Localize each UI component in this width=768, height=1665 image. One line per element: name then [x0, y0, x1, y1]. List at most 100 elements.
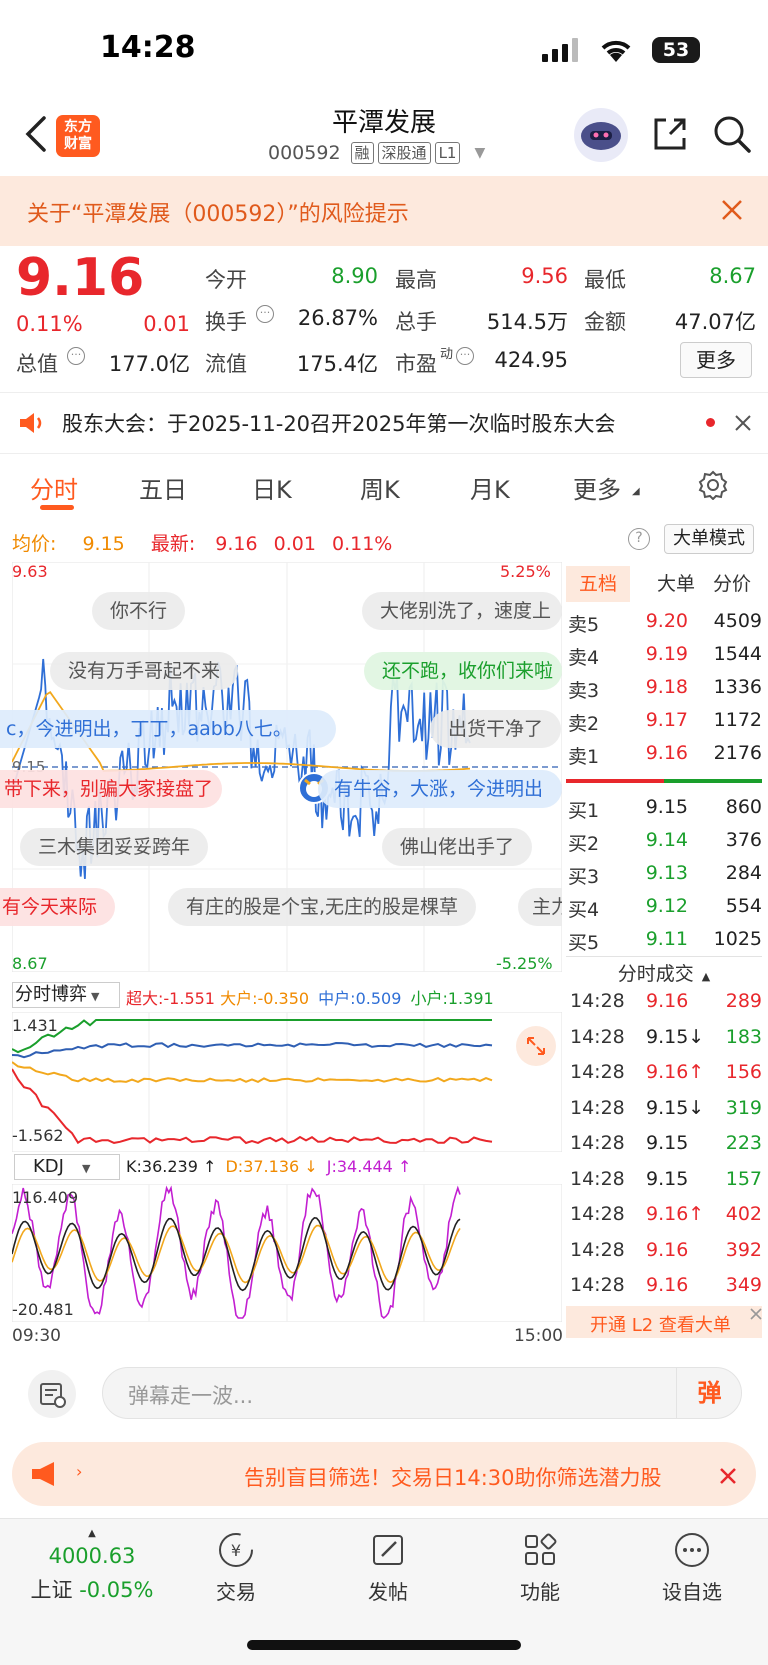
- ask-price: 9.19: [645, 643, 688, 665]
- ask-volume: 1336: [713, 676, 762, 698]
- more-button[interactable]: 更多: [680, 342, 752, 378]
- amount-label: 金额: [584, 310, 626, 334]
- trade-price: 9.16: [646, 1238, 689, 1261]
- caret-icon: ◢: [632, 486, 640, 497]
- kdj-ymax: 116.409: [12, 1188, 79, 1207]
- margin-tag: 融: [350, 142, 374, 164]
- latest-label: 最新:: [150, 533, 196, 555]
- home-indicator: [247, 1640, 521, 1650]
- kdj-ymin: -20.481: [12, 1300, 74, 1319]
- info-icon[interactable]: ···: [67, 347, 85, 365]
- high-value: 9.56: [521, 264, 568, 288]
- help-icon[interactable]: ?: [628, 528, 650, 550]
- ask-price: 9.17: [645, 709, 688, 731]
- danmu-bubble[interactable]: c，今进明出，丁丁，aabb八七。: [0, 710, 336, 748]
- danmu-bubble[interactable]: 大佬别洗了，速度上: [362, 592, 562, 630]
- robot-avatar[interactable]: [574, 108, 628, 162]
- danmaku-placeholder: 弹幕走一波...: [128, 1384, 254, 1408]
- big-order-mode-button[interactable]: 大单模式: [664, 524, 754, 554]
- nav-post[interactable]: 发帖: [338, 1530, 438, 1605]
- kdj-legend: K:36.239 ↑ D:37.136 ↓ J:34.444 ↑: [126, 1157, 412, 1176]
- grid-icon: [520, 1530, 560, 1570]
- danmu-bubble[interactable]: 你不行: [92, 592, 186, 630]
- search-icon[interactable]: [712, 114, 752, 154]
- trade-price: 9.16↑: [646, 1203, 705, 1225]
- trade-price: 9.15↓: [646, 1025, 705, 1048]
- stock-code-row[interactable]: 000592 融 深股通 L1 ▼: [268, 142, 485, 164]
- danmu-bubble[interactable]: 佛山佬出手了: [382, 828, 533, 866]
- tab-weekly-k[interactable]: 周K: [360, 470, 400, 505]
- connect-tag: 深股通: [377, 142, 431, 164]
- danmu-bubble[interactable]: 还不跑，收你们来啦: [364, 652, 562, 690]
- close-icon[interactable]: [748, 1306, 764, 1322]
- danmu-bubble[interactable]: 带下来，别骗大家接盘了: [0, 770, 222, 808]
- volume-value: 514.5万: [486, 310, 568, 334]
- kdj-chart[interactable]: [12, 1184, 562, 1322]
- orderbook-tab-big[interactable]: 大单: [644, 566, 708, 602]
- trade-volume: 349: [725, 1274, 762, 1296]
- close-icon[interactable]: [720, 198, 744, 222]
- tab-more[interactable]: 更多: [573, 470, 621, 505]
- low-value: 8.67: [709, 264, 756, 288]
- tab-intraday[interactable]: 分时: [30, 470, 78, 505]
- nav-trade[interactable]: ¥ 交易: [186, 1530, 286, 1605]
- share-icon[interactable]: [650, 114, 690, 154]
- danmu-bubble[interactable]: 有牛谷，大涨，今进明出: [318, 770, 562, 808]
- danmu-bubble[interactable]: 没有万手哥起不来: [50, 652, 239, 690]
- ask-price: 9.16: [645, 742, 688, 764]
- index-ticker[interactable]: ▲ 4000.63 上证 -0.05%: [22, 1528, 162, 1604]
- settings-icon[interactable]: [698, 470, 728, 501]
- high-label: 最高: [395, 268, 437, 292]
- tab-five-day[interactable]: 五日: [139, 470, 187, 505]
- bid-price: 9.14: [645, 829, 688, 851]
- edit-icon: [368, 1530, 408, 1570]
- bid-label: 买4: [568, 899, 600, 921]
- kdj-selector[interactable]: KDJ ▼: [14, 1154, 120, 1180]
- fund-flow-selector[interactable]: 分时博弈 ▼: [12, 982, 120, 1008]
- ask-volume: 2176: [713, 742, 762, 764]
- trade-volume: 289: [725, 990, 762, 1012]
- trade-volume: 223: [725, 1132, 762, 1154]
- info-icon[interactable]: ···: [256, 305, 274, 323]
- collapse-icon: ▲: [701, 970, 711, 983]
- chart-top-price: 9.63: [12, 562, 48, 581]
- bid-volume: 284: [725, 862, 762, 884]
- close-icon[interactable]: [734, 414, 752, 432]
- ask-price: 9.18: [645, 676, 688, 698]
- bid-price: 9.12: [645, 895, 688, 917]
- danmu-bubble[interactable]: 有庄的股是个宝,无庄的股是棵草: [168, 888, 477, 926]
- danmu-bubble[interactable]: 出货干净了: [430, 710, 562, 748]
- danmu-bubble[interactable]: 有今天来际: [0, 888, 116, 926]
- danmu-bubble[interactable]: 三木集团妥妥跨年: [20, 828, 209, 866]
- stock-code: 000592: [268, 142, 341, 164]
- orderbook-tab-price[interactable]: 分价: [700, 566, 764, 602]
- info-icon[interactable]: ···: [456, 347, 474, 365]
- expand-icon[interactable]: [516, 1026, 556, 1066]
- trade-time: 14:28: [570, 990, 625, 1012]
- trade-volume: 156: [725, 1061, 762, 1083]
- turnover-value: 26.87%: [297, 306, 378, 330]
- index-value: 4000.63: [48, 1544, 136, 1568]
- nav-add-watchlist[interactable]: 设自选: [642, 1530, 742, 1605]
- tab-monthly-k[interactable]: 月K: [470, 470, 510, 505]
- amount-value: 47.07亿: [674, 310, 756, 334]
- danmaku-send-button[interactable]: 弹: [676, 1367, 742, 1419]
- open-label: 今开: [205, 268, 247, 292]
- ask-volume: 4509: [713, 610, 762, 632]
- tab-daily-k[interactable]: 日K: [252, 470, 292, 505]
- float-value: 175.4亿: [296, 352, 378, 376]
- trades-header[interactable]: 分时成交 ▲: [566, 956, 762, 990]
- bid-label: 买5: [568, 932, 600, 954]
- fund-flow-ymin: -1.562: [12, 1126, 64, 1145]
- avg-value: 9.15: [82, 533, 125, 555]
- close-icon[interactable]: [718, 1466, 738, 1486]
- fund-flow-legend: 超大:-1.551 大户:-0.350 中户:0.509 小户:1.391: [126, 989, 494, 1008]
- nav-functions[interactable]: 功能: [490, 1530, 590, 1605]
- danmu-bubble[interactable]: 主力: [518, 888, 562, 926]
- bid-volume: 860: [725, 796, 762, 818]
- fund-flow-chart[interactable]: [12, 1012, 562, 1152]
- orderbook-tab-five[interactable]: 五档: [566, 566, 630, 602]
- chevron-right-icon: ›: [76, 1462, 83, 1481]
- danmaku-settings-icon[interactable]: [28, 1370, 76, 1418]
- trade-time: 14:28: [570, 1061, 625, 1083]
